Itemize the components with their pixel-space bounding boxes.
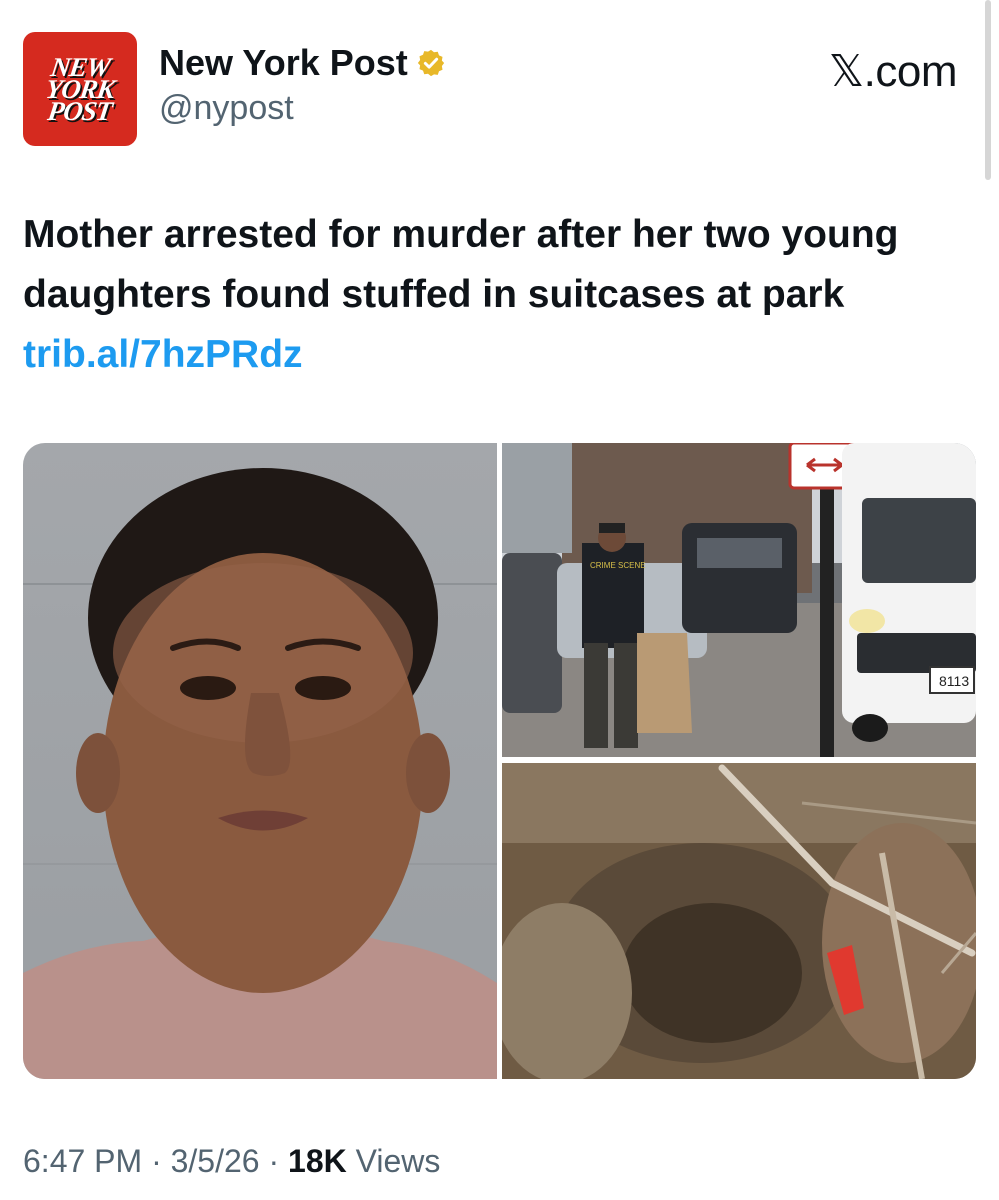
ground-illustration bbox=[502, 763, 976, 1079]
avatar[interactable]: NEW YORK POST bbox=[23, 32, 137, 146]
source-label: 𝕏.com bbox=[828, 47, 958, 96]
crime-scene-street-photo[interactable]: CRIME SCENE 8113 bbox=[502, 443, 976, 757]
post-meta: 6:47 PM · 3/5/26 · 18K Views bbox=[23, 1140, 440, 1182]
meta-separator-2: · bbox=[268, 1143, 280, 1179]
scrollbar[interactable] bbox=[985, 0, 991, 180]
account-handle[interactable]: @nypost bbox=[159, 86, 446, 130]
ground-scene-photo[interactable] bbox=[502, 763, 976, 1079]
mugshot-photo[interactable] bbox=[23, 443, 497, 1079]
post-body: Mother arrested for murder after her two… bbox=[23, 213, 899, 316]
views-count[interactable]: 18K bbox=[288, 1143, 347, 1179]
post-header: NEW YORK POST New York Post @nypost 𝕏.co… bbox=[23, 30, 963, 146]
van-plate-number: 8113 bbox=[939, 673, 969, 689]
post-date[interactable]: 3/5/26 bbox=[171, 1143, 260, 1179]
display-name[interactable]: New York Post bbox=[159, 42, 408, 84]
verified-badge-icon bbox=[417, 49, 444, 77]
media-grid: CRIME SCENE 8113 bbox=[23, 443, 976, 1079]
account-names: New York Post @nypost bbox=[159, 42, 446, 130]
jacket-text: CRIME SCENE bbox=[590, 561, 646, 570]
display-name-row[interactable]: New York Post bbox=[159, 42, 446, 84]
logo-line-3: POST bbox=[46, 96, 114, 126]
post-text: Mother arrested for murder after her two… bbox=[23, 205, 963, 385]
post-time[interactable]: 6:47 PM bbox=[23, 1143, 142, 1179]
street-illustration: CRIME SCENE 8113 bbox=[502, 443, 976, 757]
mugshot-illustration bbox=[23, 468, 497, 1079]
meta-separator-1: · bbox=[151, 1143, 162, 1179]
post-link[interactable]: trib.al/7hzPRdz bbox=[23, 333, 303, 376]
views-label: Views bbox=[355, 1143, 441, 1179]
